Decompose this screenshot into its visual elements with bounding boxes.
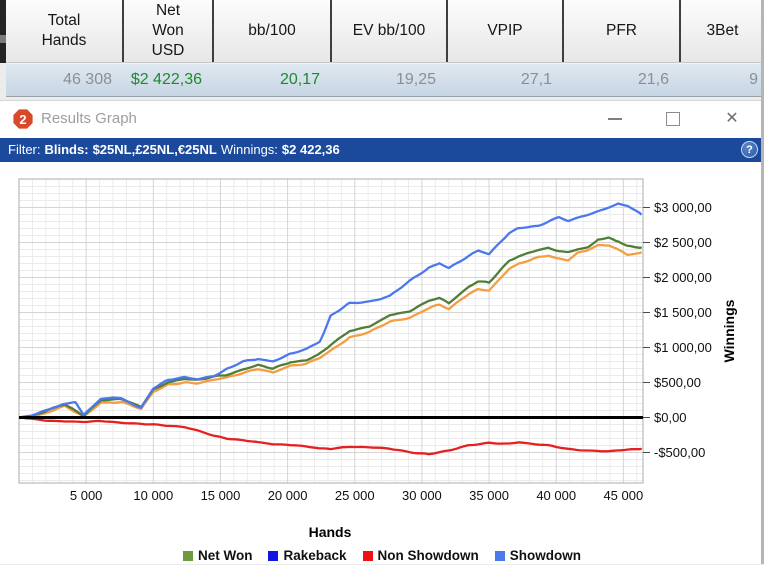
y-tick-label: $0,00 — [654, 410, 687, 425]
chart-legend: Net Won Rakeback Non Showdown Showdown — [0, 548, 764, 563]
stat-value-3bet: 9 — [749, 71, 758, 88]
y-tick-label: $1 000,00 — [654, 340, 712, 355]
winnings-chart: -$500,00 $0,00 $500,00 $1 000,00 $1 500,00 $2… — [18, 178, 737, 540]
legend-swatch-icon — [268, 551, 279, 561]
legend-item-showdown: Showdown — [494, 548, 582, 563]
maximize-icon — [666, 112, 680, 126]
x-tick-label: 45 000 — [603, 488, 643, 503]
results-graph-window: 2 Results Graph ✕ Filter: Blinds: $25NL,£2… — [0, 100, 764, 564]
legend-item-net-won: Net Won — [182, 548, 253, 563]
help-icon: ? — [746, 143, 753, 156]
winnings-value: $2 422,36 — [281, 142, 340, 157]
column-header-pfr[interactable]: PFR — [562, 0, 679, 62]
stat-value-total-hands: 46 308 — [63, 71, 112, 88]
stat-value-net-won-usd: $2 422,36 — [130, 71, 202, 88]
minimize-button[interactable] — [598, 105, 632, 133]
x-tick-label: 20 000 — [268, 488, 308, 503]
y-tick-label: $2 500,00 — [654, 235, 712, 250]
x-tick-label: 25 000 — [335, 488, 375, 503]
stat-value-bb-100: 20,17 — [279, 71, 320, 88]
column-header-total-hands[interactable]: Total Hands — [6, 0, 122, 62]
column-header-ev-bb-100[interactable]: EV bb/100 — [330, 0, 446, 62]
x-axis-title: Hands — [309, 524, 352, 540]
y-tick-label: -$500,00 — [654, 445, 705, 460]
winnings-label: Winnings: — [220, 142, 278, 157]
x-tick-label: 15 000 — [201, 488, 241, 503]
y-tick-label: $1 500,00 — [654, 305, 712, 320]
series-line-non-showdown — [19, 416, 642, 456]
minimize-icon — [608, 118, 622, 120]
legend-label: Rakeback — [283, 548, 347, 563]
x-tick-label: 5 000 — [70, 488, 103, 503]
y-tick-label: $500,00 — [654, 375, 701, 390]
stat-value-pfr: 21,6 — [637, 71, 669, 88]
stats-header-row: Total Hands Net Won USD bb/100 EV bb/100 VPI… — [6, 0, 764, 63]
filter-bar: Filter: Blinds: $25NL,£25NL,€25NL Winnings:… — [0, 138, 764, 162]
series-line-net-won — [19, 236, 642, 419]
legend-item-non-showdown: Non Showdown — [362, 548, 479, 563]
y-tick-label: $2 000,00 — [654, 270, 712, 285]
y-axis-title: Winnings — [721, 299, 737, 362]
stats-value-row[interactable]: 46 308 $2 422,36 20,17 19,25 27,1 21,6 9 — [6, 63, 764, 97]
legend-label: Non Showdown — [377, 548, 479, 563]
hm2-app-icon: 2 — [13, 109, 33, 129]
maximize-button[interactable] — [656, 105, 690, 133]
legend-swatch-icon — [494, 551, 505, 561]
column-header-vpip[interactable]: VPIP — [446, 0, 562, 62]
legend-swatch-icon — [182, 551, 193, 561]
legend-item-rakeback: Rakeback — [268, 548, 347, 563]
stat-value-ev-bb-100: 19,25 — [395, 71, 436, 88]
legend-label: Showdown — [509, 548, 582, 563]
column-header-net-won-usd[interactable]: Net Won USD — [122, 0, 212, 62]
legend-label: Net Won — [197, 548, 253, 563]
column-header-bb-100[interactable]: bb/100 — [212, 0, 330, 62]
help-button[interactable]: ? — [741, 141, 758, 158]
stat-value-vpip: 27,1 — [520, 71, 552, 88]
close-button[interactable]: ✕ — [715, 105, 749, 133]
window-titlebar[interactable]: 2 Results Graph ✕ — [0, 101, 764, 138]
x-tick-label: 35 000 — [469, 488, 509, 503]
blinds-label: Blinds: — [44, 142, 89, 157]
legend-swatch-icon — [362, 551, 373, 561]
window-title: Results Graph — [41, 110, 137, 127]
app-icon-digit: 2 — [19, 111, 27, 127]
y-tick-label: $3 000,00 — [654, 200, 712, 215]
close-icon: ✕ — [725, 110, 739, 127]
filter-label: Filter: — [8, 142, 41, 157]
blinds-value: $25NL,£25NL,€25NL — [92, 142, 217, 157]
x-tick-label: 10 000 — [133, 488, 173, 503]
column-header-3bet[interactable]: 3Bet — [679, 0, 764, 62]
x-tick-label: 30 000 — [402, 488, 442, 503]
x-tick-label: 40 000 — [536, 488, 576, 503]
